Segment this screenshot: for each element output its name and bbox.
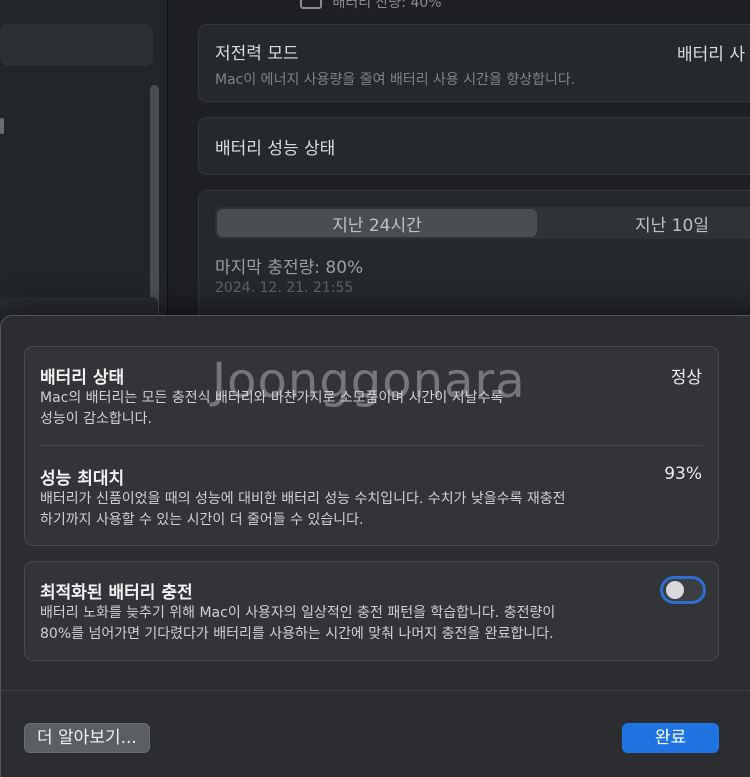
- max-capacity-description-line1: 배터리가 신품이었을 때의 성능에 대비한 배터리 성능 수치입니다. 수치가 …: [40, 491, 566, 507]
- optimized-charging-description-line1: 배터리 노화를 늦추기 위해 Mac이 사용자의 일상적인 충전 패턴을 학습합…: [40, 605, 556, 621]
- last-charge-label: 마지막 충전량: 80%: [215, 258, 364, 278]
- battery-icon: [300, 0, 322, 9]
- sidebar-item[interactable]: [0, 297, 158, 317]
- battery-health-row[interactable]: 배터리 성능 상태: [198, 117, 750, 175]
- battery-health-title: 배터리 성능 상태: [215, 139, 336, 159]
- sidebar-scrollbar[interactable]: [150, 85, 159, 325]
- optimized-charging-group: 최적화된 배터리 충전 배터리 노화를 늦추기 위해 Mac이 사용자의 일상적…: [24, 561, 719, 661]
- max-capacity-value: 93%: [664, 464, 702, 484]
- screen: 배터리 잔량: 40% 저전력 모드 Mac이 에너지 사용량을 줄여 배터리 …: [0, 0, 750, 777]
- optimized-charging-description-line2: 80%를 넘어가면 기다렸다가 배터리를 사용하는 시간에 맞춰 나머지 충전을…: [40, 626, 554, 642]
- last-charge-timestamp: 2024. 12. 21. 21:55: [215, 280, 354, 296]
- sidebar-item-marker: [0, 118, 4, 134]
- optimized-charging-title: 최적화된 배터리 충전: [40, 583, 193, 603]
- max-capacity-description-line2: 하기까지 사용할 수 있는 시간이 더 줄어들 수 있습니다.: [40, 512, 364, 528]
- tab-last-24-hours[interactable]: 지난 24시간: [217, 209, 537, 237]
- low-power-select[interactable]: 배터리 사: [677, 40, 745, 65]
- sidebar-selected-item[interactable]: [0, 24, 153, 66]
- time-range-segmented-control[interactable]: 지난 24시간 지난 10일: [215, 207, 750, 239]
- optimized-charging-toggle[interactable]: [660, 576, 706, 604]
- max-capacity-title: 성능 최대치: [40, 469, 125, 489]
- tab-last-10-days[interactable]: 지난 10일: [635, 211, 709, 236]
- low-power-mode-row[interactable]: 저전력 모드 Mac이 에너지 사용량을 줄여 배터리 사용 시간을 향상합니다…: [198, 24, 750, 102]
- battery-status-description-line2: 성능이 감소합니다.: [40, 411, 152, 427]
- battery-level-readout: 배터리 잔량: 40%: [300, 0, 560, 11]
- toggle-knob: [666, 581, 684, 599]
- battery-status-value: 정상: [670, 368, 702, 388]
- low-power-description: Mac이 에너지 사용량을 줄여 배터리 사용 시간을 향상합니다.: [215, 72, 576, 88]
- watermark: Joonggonara: [212, 353, 526, 409]
- done-button[interactable]: 완료: [622, 723, 719, 753]
- sheet-footer-divider: [1, 690, 750, 691]
- battery-status-title: 배터리 상태: [40, 368, 125, 388]
- low-power-title: 저전력 모드: [215, 44, 299, 64]
- battery-chart-panel: 지난 24시간 지난 10일 마지막 충전량: 80% 2024. 12. 21…: [198, 190, 750, 320]
- group-divider: [40, 445, 703, 446]
- learn-more-button[interactable]: 더 알아보기...: [24, 723, 150, 753]
- battery-level-text: 배터리 잔량: 40%: [332, 0, 442, 11]
